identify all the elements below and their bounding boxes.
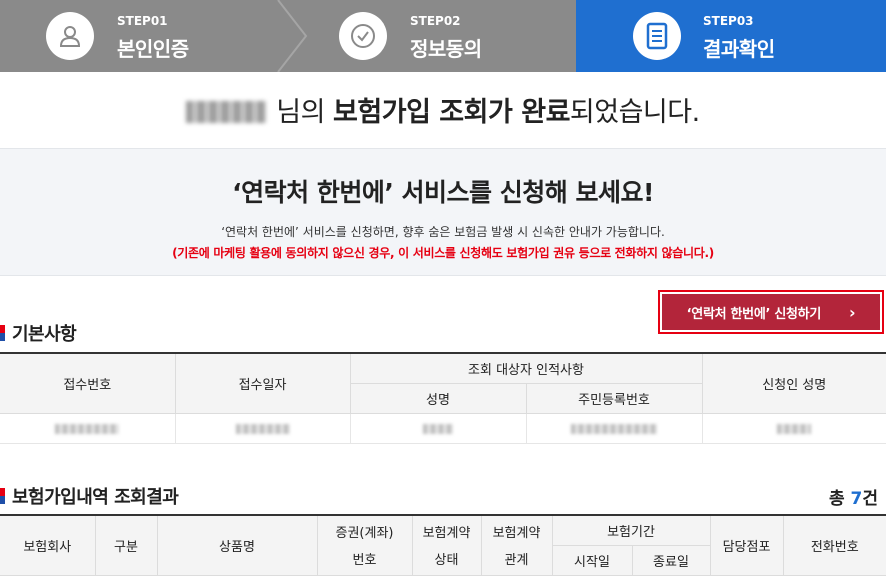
header-policy-no: 증권(계좌) 번호 — [316, 515, 413, 576]
apply-button-label: ‘연락처 한번에’ 신청하기 — [686, 306, 822, 322]
progress-steps: STEP01 본인인증 STEP02 정보동의 STEP03 결과확인 — [0, 0, 886, 72]
promo-box: ‘연락처 한번에’ 서비스를 신청해 보세요! ‘연락처 한번에’ 서비스를 신… — [0, 148, 886, 276]
table-row — [0, 412, 886, 444]
header-subject-group: 조회 대상자 인적사항 — [349, 353, 703, 384]
header-line: 상태 — [434, 553, 459, 569]
header-line: 관계 — [504, 553, 529, 569]
section-bullet-icon — [0, 488, 5, 504]
cell-rrn — [525, 412, 703, 444]
step-2: STEP02 정보동의 — [290, 0, 580, 72]
step-number: STEP02 — [410, 14, 461, 28]
step-divider-icon — [546, 0, 580, 72]
header-rrn: 주민등록번호 — [525, 383, 702, 414]
cell-receipt-no — [0, 412, 176, 444]
header-applicant-name: 신청인 성명 — [701, 353, 886, 414]
step-label: 결과확인 — [703, 37, 775, 61]
header-name: 성명 — [350, 383, 527, 414]
apply-contact-service-button[interactable]: ‘연락처 한번에’ 신청하기 › — [658, 290, 884, 334]
header-receipt-no: 접수번호 — [0, 353, 176, 414]
cell-receipt-date — [174, 412, 351, 444]
count-suffix: 건 — [862, 489, 878, 509]
header-receipt-date: 접수일자 — [174, 353, 351, 414]
header-company: 보험회사 — [0, 515, 96, 576]
cell-name — [349, 412, 527, 444]
result-title: 님의 보험가입 조회가 완료되었습니다. — [0, 90, 886, 129]
count-prefix: 총 — [828, 489, 851, 509]
header-relation: 보험계약관계 — [480, 515, 553, 576]
masked-value — [777, 423, 812, 434]
title-suffix-1: 님의 — [276, 97, 334, 128]
section-title-basic: 기본사항 — [0, 320, 77, 346]
section-title-text: 기본사항 — [12, 324, 77, 345]
document-icon — [633, 12, 681, 60]
header-type: 구분 — [94, 515, 158, 576]
header-start: 시작일 — [552, 545, 633, 576]
masked-value — [55, 423, 120, 434]
promo-headline: ‘연락처 한번에’ 서비스를 신청해 보세요! — [232, 178, 654, 207]
apply-button-inner: ‘연락처 한번에’ 신청하기 › — [662, 294, 880, 330]
header-line: 보험계약 — [422, 526, 471, 542]
step-number: STEP03 — [703, 14, 754, 28]
title-emphasis: 보험가입 조회가 완료 — [333, 97, 570, 128]
section-title-text: 보험가입내역 조회결과 — [12, 487, 179, 508]
step-number: STEP01 — [117, 14, 168, 28]
check-circle-icon — [339, 12, 387, 60]
step-3-active: STEP03 결과확인 — [576, 0, 886, 72]
results-table: 보험회사 구분 상품명 증권(계좌) 번호 보험계약 상태 보험계약 관계 보험기간 … — [0, 514, 886, 576]
promo-description: ‘연락처 한번에’ 서비스를 신청하면, 향후 숨은 보험금 발생 시 신속한 … — [221, 225, 665, 239]
masked-value — [571, 423, 657, 434]
header-line: 보험계약 — [492, 526, 541, 542]
section-title-results: 보험가입내역 조회결과 — [0, 483, 179, 509]
person-icon — [46, 12, 94, 60]
header-line: 번호 — [352, 553, 377, 569]
step-label: 본인인증 — [117, 37, 189, 61]
result-count: 총 7건 — [829, 484, 878, 509]
cell-applicant-name — [701, 412, 886, 444]
basic-info-table: 접수번호 접수일자 조회 대상자 인적사항 신청인 성명 성명 주민등록번호 — [0, 352, 886, 444]
header-branch: 담당점포 — [709, 515, 784, 576]
header-status: 보험계약상태 — [411, 515, 482, 576]
title-suffix-2: 되었습니다. — [569, 97, 700, 128]
header-phone: 전화번호 — [782, 515, 886, 576]
count-number: 7 — [850, 489, 863, 509]
masked-user-name — [186, 101, 267, 123]
header-period: 보험기간 — [551, 515, 711, 546]
promo-warning: (기존에 마케팅 활용에 동의하지 않으신 경우, 이 서비스를 신청해도 보험… — [172, 246, 714, 260]
masked-value — [235, 423, 290, 434]
step-label: 정보동의 — [410, 37, 482, 61]
step-1: STEP01 본인인증 — [0, 0, 290, 72]
chevron-right-icon: › — [849, 302, 856, 322]
header-end: 종료일 — [631, 545, 710, 576]
masked-value — [423, 423, 453, 434]
header-line: 증권(계좌) — [335, 526, 394, 542]
header-product: 상품명 — [156, 515, 318, 576]
section-bullet-icon — [0, 325, 5, 341]
